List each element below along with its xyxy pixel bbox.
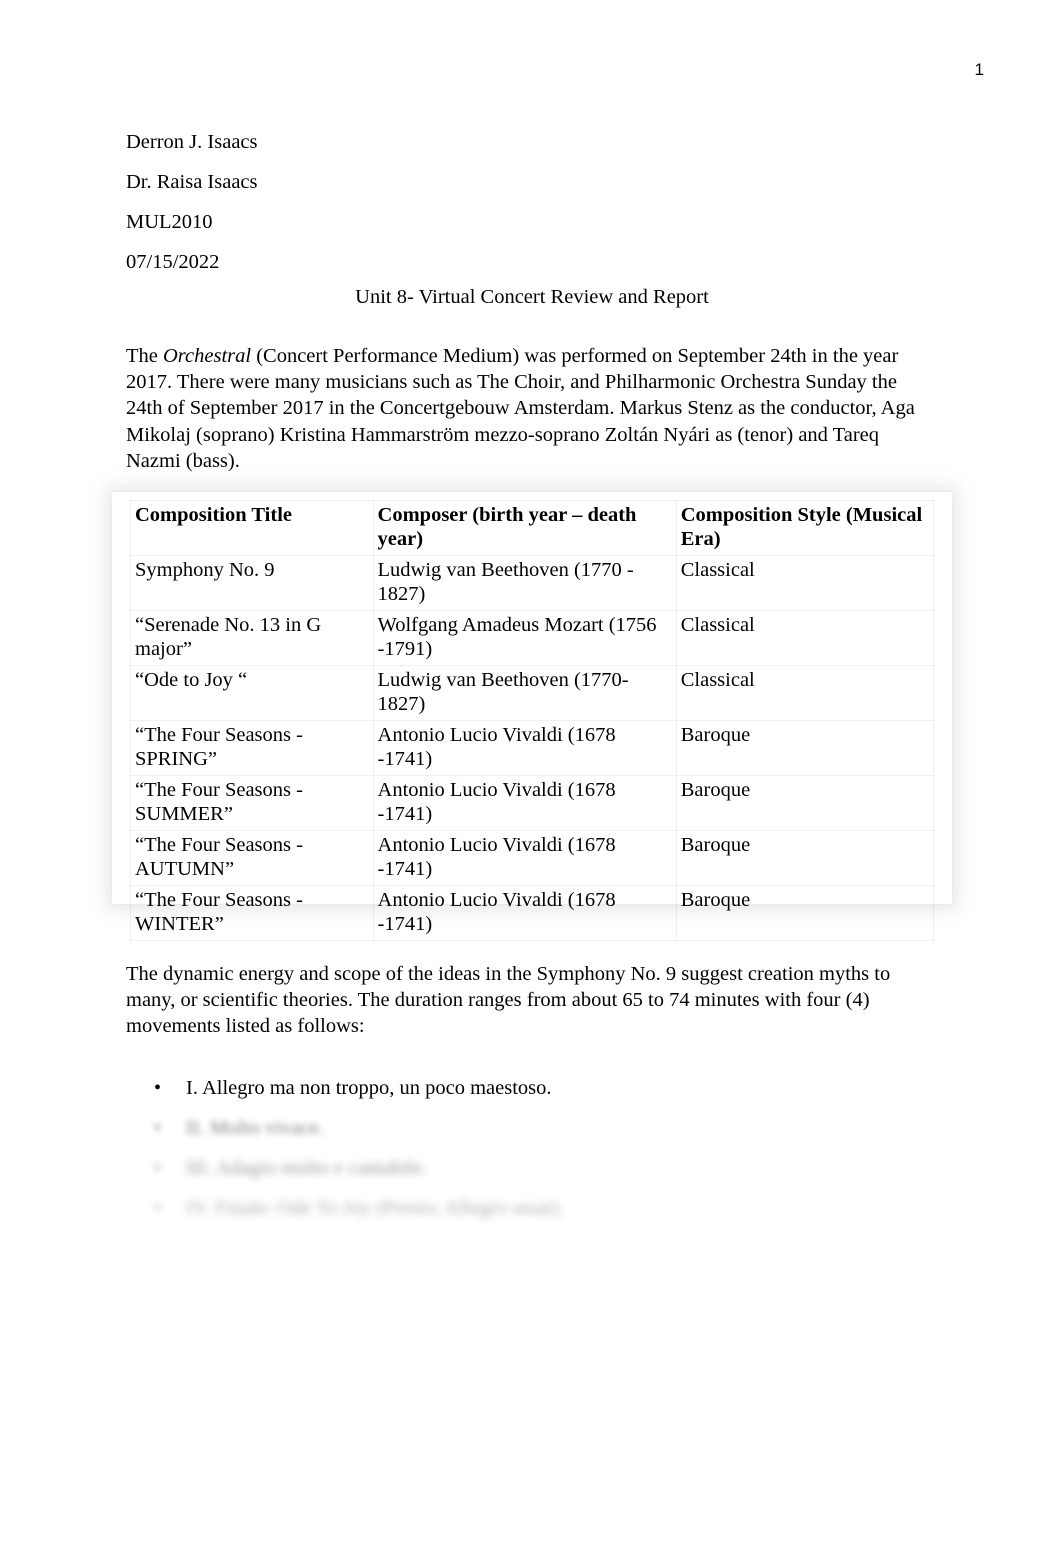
table-row: “The Four Seasons - WINTER” Antonio Luci… (130, 885, 935, 941)
cell-composer: Ludwig van Beethoven (1770-1827) (372, 665, 677, 721)
body-paragraph: The dynamic energy and scope of the idea… (126, 962, 891, 1038)
cell-composition-title: “Serenade No. 13 in G major” (130, 610, 374, 666)
intro-italic-term: Orchestral (163, 344, 252, 367)
movement-label: IV. Finale: Ode To Joy (Presto; Allegro … (186, 1197, 564, 1219)
list-item: • I. Allegro ma non troppo, un poco maes… (126, 1068, 946, 1108)
page-number: 1 (974, 60, 984, 79)
movements-list: • I. Allegro ma non troppo, un poco maes… (126, 1068, 946, 1228)
cell-composer: Wolfgang Amadeus Mozart (1756 -1791) (372, 610, 677, 666)
cell-composition-style: Baroque (675, 720, 935, 776)
bullet-icon: • (154, 1157, 162, 1179)
list-item: • II. Molto vivace. (126, 1108, 946, 1148)
column-header-composer: Composer (birth year – death year) (372, 500, 677, 556)
course-code: MUL2010 (126, 211, 213, 233)
cell-composition-title: “Ode to Joy “ (130, 665, 374, 721)
table-row: Symphony No. 9 Ludwig van Beethoven (177… (130, 555, 935, 611)
movement-label: III. Adagio molto e cantabile. (186, 1157, 428, 1179)
cell-composition-style: Baroque (675, 830, 935, 886)
cell-composition-style: Baroque (675, 775, 935, 831)
cell-composer: Ludwig van Beethoven (1770 - 1827) (372, 555, 677, 611)
heading-block: Derron J. Isaacs Dr. Raisa Isaacs MUL201… (126, 122, 946, 282)
table-row: “The Four Seasons - SUMMER” Antonio Luci… (130, 775, 935, 831)
cell-composition-title: “The Four Seasons - SPRING” (130, 720, 374, 776)
cell-composition-style: Classical (675, 610, 935, 666)
table-row: “Serenade No. 13 in G major” Wolfgang Am… (130, 610, 935, 666)
table-row: “The Four Seasons - AUTUMN” Antonio Luci… (130, 830, 935, 886)
column-header-composition-style: Composition Style (Musical Era) (675, 500, 935, 556)
cell-composition-title: “The Four Seasons - SUMMER” (130, 775, 374, 831)
cell-composer: Antonio Lucio Vivaldi (1678 -1741) (372, 885, 677, 941)
intro-paragraph: The Orchestral (Concert Performance Medi… (126, 343, 930, 475)
composition-table-wrapper: Composition Title Composer (birth year –… (112, 492, 952, 941)
movement-label: I. Allegro ma non troppo, un poco maesto… (186, 1077, 552, 1099)
intro-lead: The (126, 344, 163, 367)
bullet-icon: • (154, 1197, 162, 1219)
table-row: “The Four Seasons - SPRING” Antonio Luci… (130, 720, 935, 776)
list-item: • IV. Finale: Ode To Joy (Presto; Allegr… (126, 1188, 946, 1228)
cell-composer: Antonio Lucio Vivaldi (1678 -1741) (372, 720, 677, 776)
page-title: Unit 8- Virtual Concert Review and Repor… (355, 286, 709, 308)
submission-date: 07/15/2022 (126, 251, 220, 273)
cell-composition-style: Classical (675, 665, 935, 721)
list-item: • III. Adagio molto e cantabile. (126, 1148, 946, 1188)
cell-composition-title: “The Four Seasons - AUTUMN” (130, 830, 374, 886)
column-header-composition-title: Composition Title (130, 500, 374, 556)
table-header-row: Composition Title Composer (birth year –… (130, 500, 935, 556)
cell-composer: Antonio Lucio Vivaldi (1678 -1741) (372, 830, 677, 886)
cell-composition-style: Classical (675, 555, 935, 611)
document-page: 1 Derron J. Isaacs Dr. Raisa Isaacs MUL2… (0, 0, 1062, 1556)
table-row: “Ode to Joy “ Ludwig van Beethoven (1770… (130, 665, 935, 721)
cell-composition-style: Baroque (675, 885, 935, 941)
student-name: Derron J. Isaacs (126, 131, 258, 153)
bullet-icon: • (154, 1117, 162, 1139)
movement-label: II. Molto vivace. (186, 1117, 324, 1139)
instructor-name: Dr. Raisa Isaacs (126, 171, 258, 193)
cell-composition-title: Symphony No. 9 (130, 555, 374, 611)
bullet-icon: • (154, 1077, 162, 1099)
composition-table: Composition Title Composer (birth year –… (130, 500, 935, 941)
cell-composition-title: “The Four Seasons - WINTER” (130, 885, 374, 941)
cell-composer: Antonio Lucio Vivaldi (1678 -1741) (372, 775, 677, 831)
